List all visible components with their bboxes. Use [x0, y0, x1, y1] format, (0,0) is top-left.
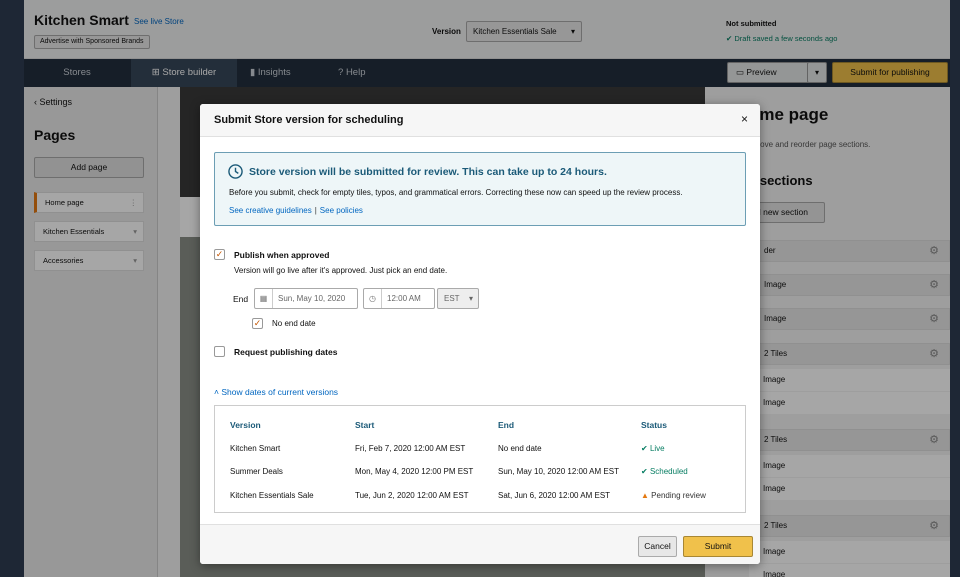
check-icon: ✔ [641, 467, 648, 476]
column-header: Version [230, 420, 261, 430]
table-cell: Mon, May 4, 2020 12:00 PM EST [355, 467, 474, 476]
table-cell: Sun, May 10, 2020 12:00 AM EST [498, 467, 619, 476]
show-dates-label: Show dates of current versions [221, 387, 339, 397]
check-icon: ✔ [641, 444, 648, 453]
column-header: Status [641, 420, 667, 430]
info-body: Before you submit, check for empty tiles… [229, 188, 683, 197]
calendar-icon: ▦ [255, 289, 273, 308]
status-text: Pending review [651, 491, 706, 500]
request-dates-label: Request publishing dates [234, 347, 338, 357]
end-time-value: 12:00 AM [387, 294, 421, 303]
timezone-value: EST [444, 294, 460, 303]
creative-guidelines-link[interactable]: See creative guidelines [229, 206, 312, 215]
status-badge: ✔ Live [641, 444, 665, 453]
publish-when-approved-label: Publish when approved [234, 250, 330, 260]
table-cell: Tue, Jun 2, 2020 12:00 AM EST [355, 491, 469, 500]
submit-version-dialog: Submit Store version for scheduling × St… [200, 104, 760, 564]
end-date-value: Sun, May 10, 2020 [278, 294, 346, 303]
end-label: End [233, 294, 249, 304]
table-cell: Kitchen Essentials Sale [230, 491, 314, 500]
table-cell: Summer Deals [230, 467, 283, 476]
dialog-header: Submit Store version for scheduling × [200, 104, 760, 137]
publish-description: Version will go live after it's approved… [234, 266, 448, 275]
link-separator: | [314, 206, 317, 215]
status-badge: ▲ Pending review [641, 491, 706, 500]
clock-icon: ◷ [364, 289, 382, 308]
chevron-down-icon: ▾ [468, 294, 473, 303]
status-text: Scheduled [649, 467, 688, 476]
cancel-button[interactable]: Cancel [638, 536, 677, 557]
info-links: See creative guidelines | See policies [229, 206, 363, 215]
no-end-date-label: No end date [272, 319, 316, 328]
publish-when-approved-checkbox[interactable]: ✓ [214, 249, 225, 260]
end-date-field[interactable]: ▦ Sun, May 10, 2020 [254, 288, 358, 309]
status-text: Live [649, 444, 665, 453]
chevron-up-icon: ˄ [214, 387, 219, 397]
column-header: End [498, 420, 515, 430]
table-cell: Fri, Feb 7, 2020 12:00 AM EST [355, 444, 466, 453]
table-cell: Sat, Jun 6, 2020 12:00 AM EST [498, 491, 611, 500]
submit-button[interactable]: Submit [683, 536, 753, 557]
policies-link[interactable]: See policies [320, 206, 363, 215]
info-title: Store version will be submitted for revi… [249, 166, 607, 178]
review-info-box: Store version will be submitted for revi… [214, 152, 746, 226]
timezone-select[interactable]: EST ▾ [437, 288, 479, 309]
warning-icon: ▲ [641, 491, 649, 500]
column-header: Start [355, 420, 375, 430]
status-badge: ✔ Scheduled [641, 467, 688, 476]
no-end-date-checkbox[interactable]: ✓ [252, 318, 263, 329]
current-versions-table: Version Start End Status Kitchen Smart F… [214, 405, 746, 513]
dialog-footer: Cancel Submit [200, 524, 760, 564]
table-cell: Kitchen Smart [230, 444, 281, 453]
close-icon[interactable]: × [741, 112, 748, 126]
show-dates-toggle[interactable]: ˄ Show dates of current versions [214, 387, 338, 397]
table-cell: No end date [498, 444, 542, 453]
clock-icon [228, 164, 243, 179]
request-dates-checkbox[interactable] [214, 346, 225, 357]
dialog-title: Submit Store version for scheduling [214, 114, 404, 126]
end-time-field[interactable]: ◷ 12:00 AM [363, 288, 435, 309]
